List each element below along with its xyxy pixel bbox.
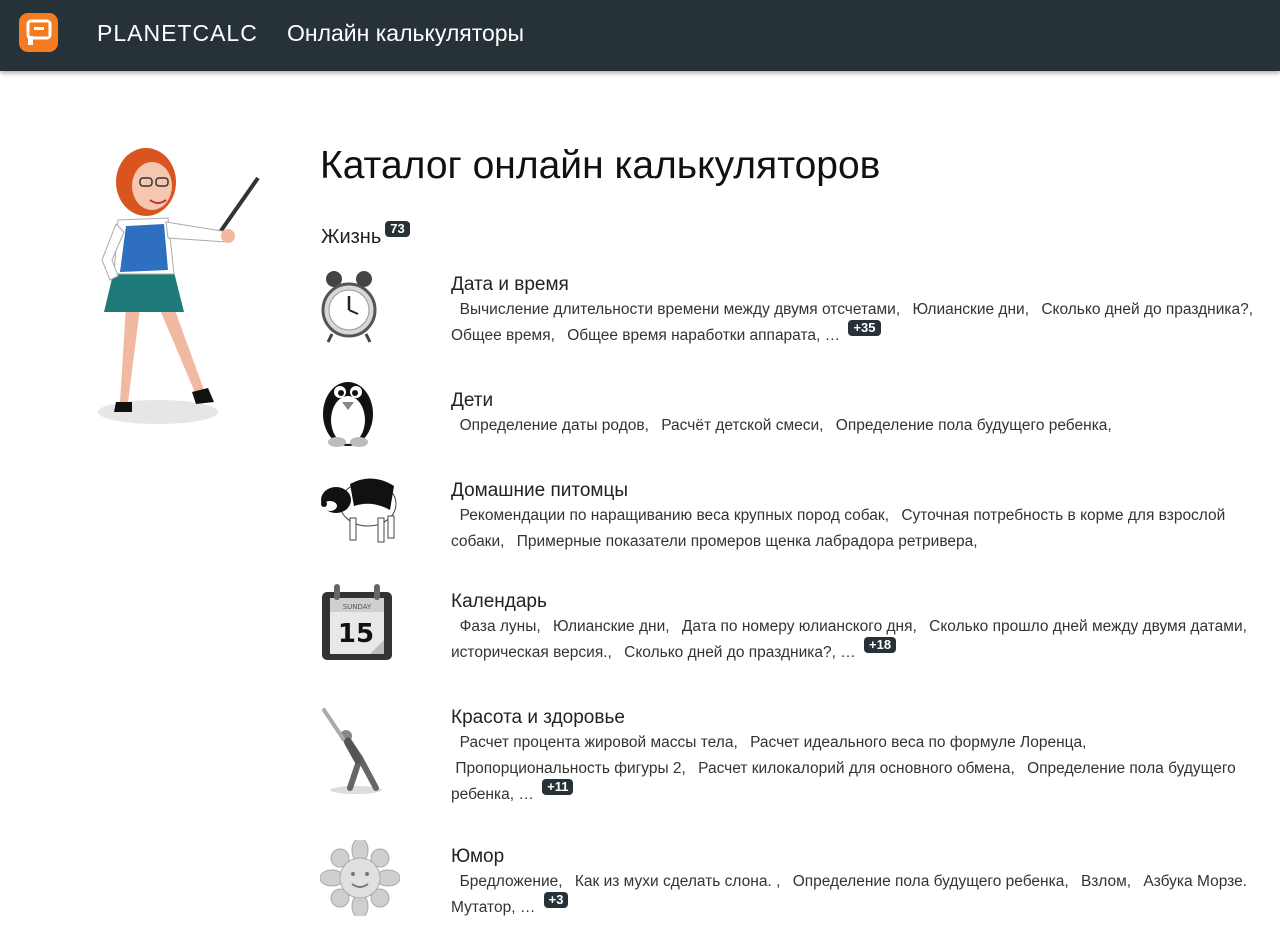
dog-icon[interactable] [320,470,400,550]
calculator-link[interactable]: Определение пола будущего ребенка [836,417,1108,434]
teacher-mascot-image [88,140,268,440]
calculator-link[interactable]: Юлианские дни [553,618,665,635]
top-app-bar: PLANETCALC Онлайн калькуляторы [0,0,1280,71]
planetcalc-logo-icon[interactable] [19,13,58,52]
category-links: Фаза луны, Юлианские дни, Дата по номеру… [451,618,1247,661]
calculator-link[interactable]: Общее время [451,327,551,344]
category-calendar: SUNDAY 15 Календарь Фаза луны, Юлианские… [320,584,1270,674]
calculator-link[interactable]: Бредложение [460,873,559,890]
section-name[interactable]: Жизнь [321,226,381,248]
calculator-link[interactable]: Юлианские дни [912,301,1024,318]
category-title[interactable]: Дети [451,389,1263,413]
alarm-clock-icon[interactable] [320,270,400,350]
calculator-link[interactable]: Рекомендации по наращиванию веса крупных… [460,507,885,524]
category-title[interactable]: Юмор [451,845,1263,869]
more-count-badge[interactable]: +11 [542,779,574,795]
calculator-link[interactable]: Дата по номеру юлианского дня [682,618,913,635]
calculator-link[interactable]: Общее время наработки аппарата [567,327,816,344]
calculator-link[interactable]: Расчёт детской смеси [661,417,819,434]
calculator-link[interactable]: Сколько дней до праздника? [1041,301,1248,318]
nav-title[interactable]: Онлайн калькуляторы [287,19,524,47]
category-links: Рекомендации по наращиванию веса крупных… [451,507,1226,550]
calculator-link[interactable]: Расчет процента жировой массы тела [460,734,734,751]
penguin-icon[interactable] [320,370,400,450]
svg-text:SUNDAY: SUNDAY [343,603,372,611]
smiling-sun-icon[interactable] [319,837,401,920]
more-count-badge[interactable]: +3 [543,892,569,908]
category-links: Расчет процента жировой массы тела, Расч… [451,734,1236,803]
calculator-link[interactable]: Фаза луны [460,618,537,635]
category-links: Бредложение, Как из мухи сделать слона. … [451,873,1247,916]
more-count-badge[interactable]: +35 [848,320,881,336]
category-beauty-health: Красота и здоровье Расчет процента жиров… [320,706,1270,806]
calculator-link[interactable]: Сколько дней до праздника? [624,644,831,661]
calculator-link[interactable]: Взлом [1081,873,1127,890]
calculator-link[interactable]: Как из мухи сделать слона. [575,873,776,890]
calculator-link[interactable]: Примерные показатели промеров щенка лабр… [517,533,973,550]
svg-text:15: 15 [338,619,374,649]
category-children: Дети Определение даты родов, Расчёт детс… [320,370,1270,450]
category-links: Определение даты родов, Расчёт детской с… [459,417,1112,434]
calculator-link[interactable]: Определение пола будущего ребенка [793,873,1065,890]
category-title[interactable]: Красота и здоровье [451,706,1263,730]
calculator-link[interactable]: Расчет килокалорий для основного обмена [698,760,1010,777]
calculator-link[interactable]: Пропорциональность фигуры 2 [455,760,681,777]
category-title[interactable]: Дата и время [451,273,1263,297]
calculator-link[interactable]: Вычисление длительности времени между дв… [460,301,896,318]
page-title: Каталог онлайн калькуляторов [320,144,881,187]
category-title[interactable]: Домашние питомцы [451,479,1263,503]
category-links: Вычисление длительности времени между дв… [451,301,1254,344]
category-title[interactable]: Календарь [451,590,1263,614]
calculator-link[interactable]: Расчет идеального веса по формуле Лоренц… [750,734,1082,751]
brand-name[interactable]: PLANETCALC [97,19,258,47]
category-humor: Юмор Бредложение, Как из мухи сделать сл… [319,837,1270,920]
calendar-icon[interactable]: SUNDAY 15 [320,584,400,664]
category-pets: Домашние питомцы Рекомендации по наращив… [320,470,1270,550]
calculator-link[interactable]: Определение даты родов [460,417,645,434]
section-heading[interactable]: Жизнь 73 [321,221,410,250]
stretching-figure-icon[interactable] [320,706,400,794]
category-date-time: Дата и время Вычисление длительности вре… [320,270,1270,350]
section-count-badge: 73 [385,221,410,237]
more-count-badge[interactable]: +18 [864,637,897,653]
